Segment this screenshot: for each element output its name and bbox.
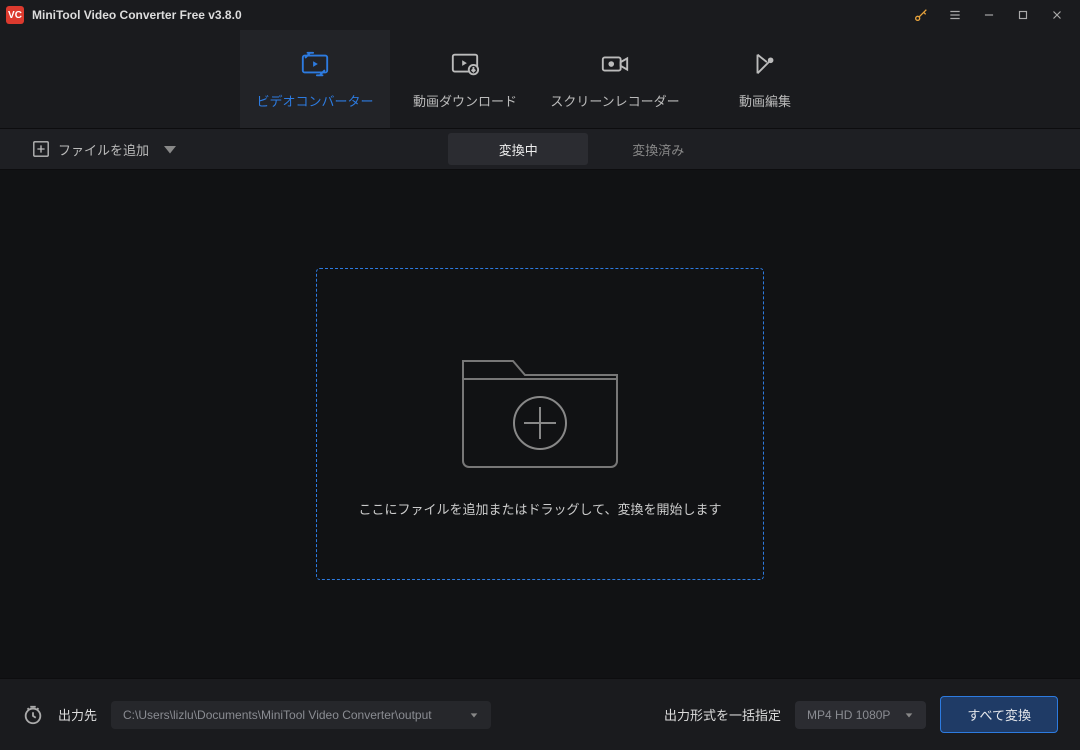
tab-video-editor[interactable]: 動画編集 — [690, 30, 840, 128]
sub-tabs: 変換中 変換済み — [448, 133, 728, 165]
tab-video-download[interactable]: 動画ダウンロード — [390, 30, 540, 128]
tab-screen-recorder[interactable]: スクリーンレコーダー — [540, 30, 690, 128]
recorder-icon — [600, 49, 630, 79]
footer: 出力先 C:\Users\lizlu\Documents\MiniTool Vi… — [0, 678, 1080, 750]
chevron-down-icon — [469, 710, 479, 720]
add-files-button[interactable]: ファイルを追加 — [0, 129, 197, 169]
minimize-icon[interactable] — [972, 0, 1006, 30]
subtab-converting[interactable]: 変換中 — [448, 133, 588, 165]
output-path-dropdown[interactable]: C:\Users\lizlu\Documents\MiniTool Video … — [111, 701, 491, 729]
close-icon[interactable] — [1040, 0, 1074, 30]
tab-video-converter[interactable]: ビデオコンバーター — [240, 30, 390, 128]
tab-label: 動画ダウンロード — [413, 91, 517, 110]
folder-add-icon — [455, 331, 625, 471]
app-title: MiniTool Video Converter Free v3.8.0 — [32, 8, 242, 22]
key-icon[interactable] — [904, 0, 938, 30]
download-icon — [450, 49, 480, 79]
chevron-down-icon — [161, 140, 179, 158]
tab-label: 動画編集 — [739, 91, 791, 110]
converter-icon — [300, 49, 330, 79]
content-area: ここにファイルを追加またはドラッグして、変換を開始します — [0, 170, 1080, 678]
dropzone-hint: ここにファイルを追加またはドラッグして、変換を開始します — [359, 499, 722, 518]
editor-icon — [750, 49, 780, 79]
subtab-converted[interactable]: 変換済み — [588, 133, 728, 165]
titlebar: VC MiniTool Video Converter Free v3.8.0 — [0, 0, 1080, 30]
output-format-dropdown[interactable]: MP4 HD 1080P — [795, 701, 926, 729]
output-path-value: C:\Users\lizlu\Documents\MiniTool Video … — [123, 708, 469, 722]
add-file-icon — [32, 140, 50, 158]
app-logo: VC — [6, 6, 24, 24]
toolbar: ファイルを追加 変換中 変換済み — [0, 128, 1080, 170]
menu-icon[interactable] — [938, 0, 972, 30]
output-format-value: MP4 HD 1080P — [807, 708, 890, 722]
main-tabs: ビデオコンバーター 動画ダウンロード スクリーンレコーダー 動画編集 — [0, 30, 1080, 128]
history-icon[interactable] — [22, 704, 44, 726]
dropzone[interactable]: ここにファイルを追加またはドラッグして、変換を開始します — [316, 268, 764, 580]
output-dest-label: 出力先 — [58, 705, 97, 724]
output-format-label: 出力形式を一括指定 — [664, 705, 781, 724]
maximize-icon[interactable] — [1006, 0, 1040, 30]
tab-label: スクリーンレコーダー — [550, 91, 679, 110]
convert-all-button[interactable]: すべて変換 — [940, 696, 1058, 733]
tab-label: ビデオコンバーター — [256, 91, 373, 110]
chevron-down-icon — [904, 710, 914, 720]
add-files-label: ファイルを追加 — [58, 140, 149, 159]
